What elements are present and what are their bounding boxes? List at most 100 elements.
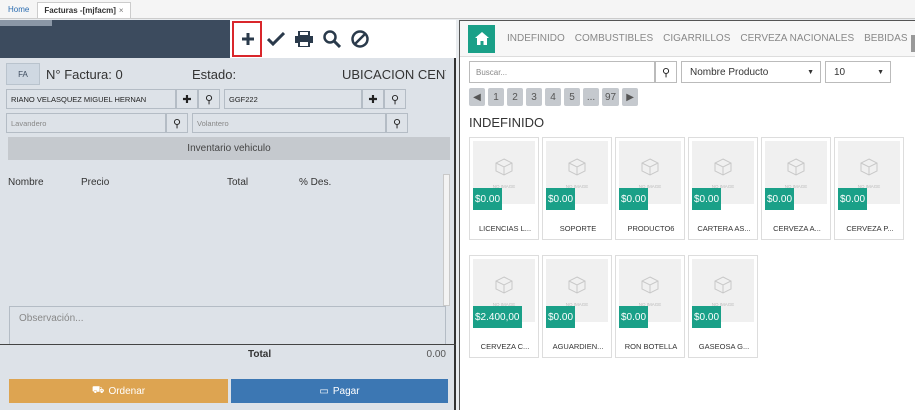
plus-icon: ✚	[182, 93, 192, 106]
sort-select[interactable]: Nombre Producto ▼	[681, 61, 821, 83]
search-icon: ⚲	[204, 93, 214, 106]
total-label: Total	[248, 349, 272, 360]
product-name: CERVEZA P...	[846, 224, 894, 233]
category-combustibles[interactable]: COMBUSTIBLES	[575, 33, 653, 44]
product-search-button[interactable]: ⚲	[655, 61, 677, 83]
panel-grip	[0, 20, 52, 26]
catalog-panel: INDEFINIDO COMBUSTIBLES CIGARRILLOS CERV…	[459, 20, 915, 410]
search-client-button[interactable]: ⚲	[198, 89, 220, 109]
col-discount: % Des.	[299, 177, 332, 188]
product-card[interactable]: NO IMAGE $0.00 RON BOTELLA	[615, 255, 685, 358]
product-card[interactable]: NO IMAGE $0.00 LICENCIAS L...	[469, 137, 539, 240]
check-icon	[267, 32, 285, 46]
chevron-down-icon: ▼	[807, 68, 814, 76]
pay-button[interactable]: ▭ Pagar	[231, 379, 448, 403]
cancel-invoice-button[interactable]	[346, 22, 374, 56]
observation-field[interactable]: Observación...	[9, 306, 446, 345]
doc-type-badge[interactable]: FA	[6, 63, 40, 85]
box-icon	[495, 276, 513, 294]
sort-select-value: Nombre Producto	[690, 66, 769, 78]
total-value: 0.00	[426, 349, 446, 360]
staff-row: Lavandero ⚲ Volantero ⚲	[6, 113, 408, 133]
invoice-toolbar	[230, 20, 456, 58]
product-search-input[interactable]: Buscar...	[469, 61, 655, 83]
page-button[interactable]: 5	[564, 88, 580, 106]
product-card[interactable]: NO IMAGE $0.00 CERVEZA P...	[834, 137, 904, 240]
driver-field[interactable]: Volantero	[192, 113, 386, 133]
page-button[interactable]: 2	[507, 88, 523, 106]
close-tab-icon[interactable]: ×	[119, 6, 124, 15]
home-icon	[474, 32, 489, 45]
invoice-panel: FA N° Factura: 0 Estado: UBICACION CENT …	[0, 20, 456, 410]
items-scrollbar[interactable]	[443, 174, 450, 306]
plate-field[interactable]: GGF222	[224, 89, 362, 109]
category-indefinido[interactable]: INDEFINIDO	[507, 33, 565, 44]
client-field[interactable]: RIANO VELASQUEZ MIGUEL HERNAN	[6, 89, 176, 109]
caret-right-icon: ▶	[626, 91, 634, 103]
box-icon	[568, 276, 586, 294]
product-card[interactable]: NO IMAGE $0.00 GASEOSA G...	[688, 255, 758, 358]
confirm-button[interactable]	[262, 22, 290, 56]
order-icon: ⛟	[91, 384, 105, 396]
product-card[interactable]: NO IMAGE $2.400,00 CERVEZA C...	[469, 255, 539, 358]
product-price: $0.00	[546, 188, 576, 210]
product-card[interactable]: NO IMAGE $0.00 AGUARDIEN...	[542, 255, 612, 358]
category-list: INDEFINIDO COMBUSTIBLES CIGARRILLOS CERV…	[507, 33, 907, 44]
credit-card-icon: ▭	[319, 385, 329, 397]
product-card[interactable]: NO IMAGE $0.00 CERVEZA A...	[761, 137, 831, 240]
product-name: AGUARDIEN...	[552, 342, 604, 351]
box-icon	[568, 158, 586, 176]
product-card[interactable]: NO IMAGE $0.00 SOPORTE	[542, 137, 612, 240]
product-price: $0.00	[838, 188, 868, 210]
search-driver-button[interactable]: ⚲	[386, 113, 408, 133]
page-button[interactable]: 1	[488, 88, 504, 106]
box-icon	[714, 276, 732, 294]
divider	[0, 344, 456, 345]
page-button[interactable]: 3	[526, 88, 542, 106]
product-name: CERVEZA C...	[480, 342, 530, 351]
plus-icon	[242, 33, 254, 45]
tab-facturas-label: Facturas -[mjfacm]	[44, 6, 116, 15]
category-bebidas[interactable]: BEBIDAS	[864, 33, 907, 44]
search-invoice-button[interactable]	[318, 22, 346, 56]
total-row: Total 0.00	[0, 349, 456, 365]
prev-page-button[interactable]: ◀	[469, 88, 485, 106]
location-label: UBICACION CENT	[342, 66, 446, 82]
ban-icon	[351, 30, 369, 48]
category-cigarrillos[interactable]: CIGARRILLOS	[663, 33, 730, 44]
vehicle-inventory-button[interactable]: Inventario vehiculo	[8, 137, 450, 160]
search-plate-button[interactable]: ⚲	[384, 89, 406, 109]
washer-field[interactable]: Lavandero	[6, 113, 166, 133]
add-plate-button[interactable]: ✚	[362, 89, 384, 109]
print-button[interactable]	[290, 22, 318, 56]
tab-facturas[interactable]: Facturas -[mjfacm] ×	[37, 2, 131, 18]
product-price: $0.00	[619, 306, 649, 328]
order-button[interactable]: ⛟ Ordenar	[9, 379, 228, 403]
page-button[interactable]: 4	[545, 88, 561, 106]
product-name: SOPORTE	[559, 224, 597, 233]
new-invoice-button[interactable]	[232, 21, 262, 57]
order-label: Ordenar	[108, 385, 146, 397]
category-scrollbar[interactable]	[911, 35, 915, 52]
search-washer-button[interactable]: ⚲	[166, 113, 188, 133]
search-icon: ⚲	[172, 117, 182, 130]
category-cerveza-nacionales[interactable]: CERVEZA NACIONALES	[740, 33, 854, 44]
product-price: $0.00	[692, 188, 722, 210]
catalog-home-button[interactable]	[468, 24, 495, 53]
caret-left-icon: ◀	[473, 91, 481, 103]
page-button[interactable]: 97	[602, 88, 620, 106]
box-icon	[641, 158, 659, 176]
page-size-select[interactable]: 10 ▼	[825, 61, 891, 83]
product-card[interactable]: NO IMAGE $0.00 CARTERA AS...	[688, 137, 758, 240]
box-icon	[860, 158, 878, 176]
product-price: $0.00	[692, 306, 722, 328]
pagination: ◀ 1 2 3 4 5 ... 97 ▶	[469, 88, 639, 106]
product-card[interactable]: NO IMAGE $0.00 PRODUCTO6	[615, 137, 685, 240]
pay-label: Pagar	[332, 385, 360, 397]
tab-home[interactable]: Home	[4, 5, 35, 18]
product-name: LICENCIAS L...	[478, 224, 532, 233]
page-ellipsis[interactable]: ...	[583, 88, 599, 106]
search-icon: ⚲	[390, 93, 400, 106]
add-client-button[interactable]: ✚	[176, 89, 198, 109]
next-page-button[interactable]: ▶	[622, 88, 639, 106]
